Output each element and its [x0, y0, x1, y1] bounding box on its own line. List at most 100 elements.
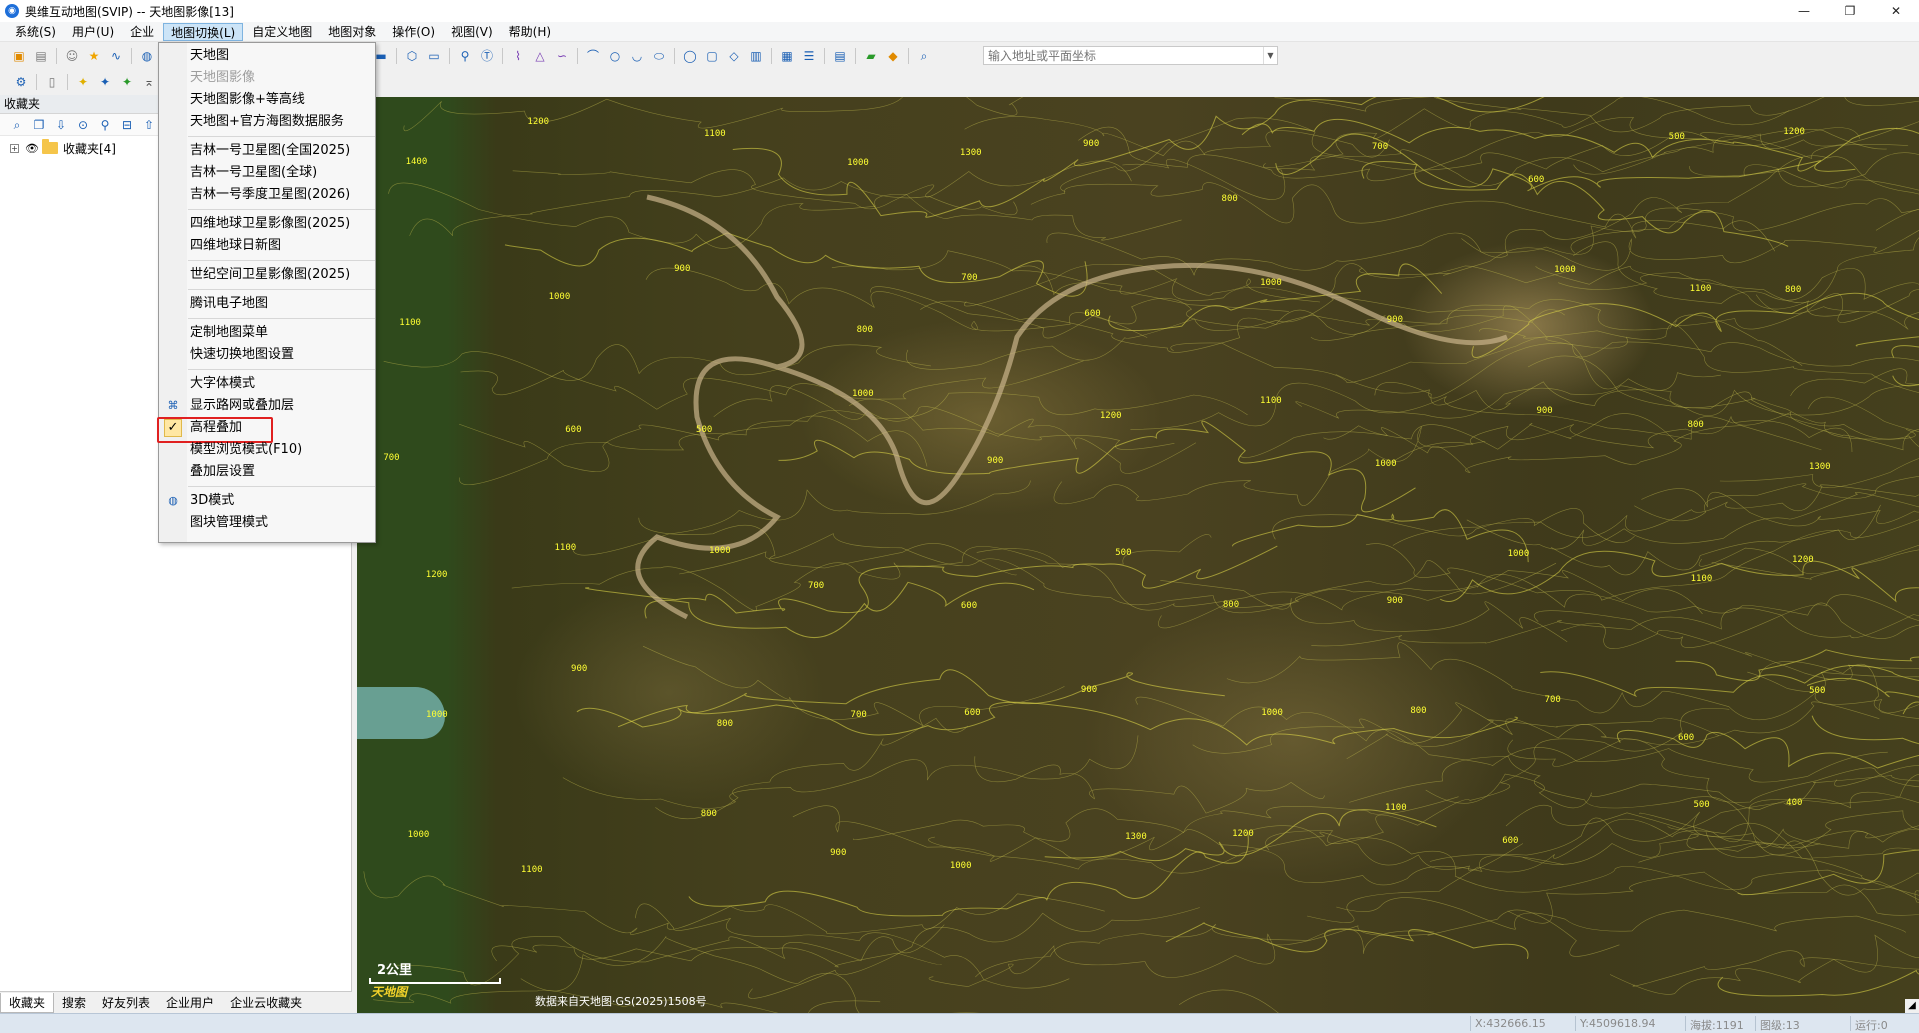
menu-item-tianditu-nautical[interactable]: 天地图+官方海图数据服务 — [159, 111, 375, 133]
menu-custom-map[interactable]: 自定义地图 — [245, 23, 319, 41]
close-button[interactable]: ✕ — [1873, 0, 1919, 22]
menu-item-tianditu-imagery-contours[interactable]: 天地图影像+等高线 — [159, 89, 375, 111]
menu-item-jilin1-quarterly[interactable]: 吉林一号季度卫星图(2026) — [159, 184, 375, 206]
contour-line — [1392, 412, 1919, 463]
contour-line — [1875, 208, 1919, 231]
location-icon[interactable]: ⚲ — [97, 117, 113, 133]
contour-line — [1675, 649, 1919, 682]
layers-icon[interactable]: ▦ — [779, 48, 795, 64]
user-icon[interactable]: ☺ — [64, 48, 80, 64]
rect-area-icon[interactable]: ▢ — [704, 48, 720, 64]
copy-icon[interactable]: ❐ — [31, 117, 47, 133]
list-icon[interactable]: ☰ — [801, 48, 817, 64]
menu-enterprise[interactable]: 企业 — [123, 23, 161, 41]
favorite-star-icon[interactable]: ★ — [86, 48, 102, 64]
search-icon[interactable]: ⌕ — [916, 48, 932, 64]
menu-item-elevation-overlay[interactable]: ✓ 高程叠加 — [157, 417, 375, 443]
menu-item-overlay-settings[interactable]: 叠加层设置 — [159, 461, 375, 483]
contour-line — [363, 871, 1105, 935]
circle-area-icon[interactable]: ◯ — [682, 48, 698, 64]
menu-item-tile-management[interactable]: 图块管理模式 — [159, 512, 375, 534]
menu-item-show-roads[interactable]: ⌘ 显示路网或叠加层 — [159, 395, 375, 417]
3d-icon[interactable]: ◍ — [139, 48, 155, 64]
book-icon[interactable]: ▥ — [748, 48, 764, 64]
address-search-input[interactable] — [984, 47, 1263, 64]
shape-icon[interactable]: ◇ — [726, 48, 742, 64]
track-icon[interactable]: ∿ — [108, 48, 124, 64]
blue-pin-icon[interactable]: ✦ — [97, 74, 113, 90]
curve-icon[interactable]: ∽ — [554, 48, 570, 64]
menu-item-tencent-map[interactable]: 腾讯电子地图 — [159, 293, 375, 315]
window-title: 奥维互动地图(SVIP) -- 天地图影像[13] — [25, 4, 234, 19]
yellow-pin-icon[interactable]: ✦ — [75, 74, 91, 90]
contour-elevation-label: 800 — [716, 719, 734, 730]
menu-item-siwei-imagery[interactable]: 四维地球卫星影像图(2025) — [159, 213, 375, 235]
import-icon[interactable]: ⇩ — [53, 117, 69, 133]
open-folder-icon[interactable]: ▣ — [11, 48, 27, 64]
menu-item-label: 天地图 — [190, 48, 230, 63]
line-icon[interactable]: ⌒ — [585, 48, 601, 64]
menu-help[interactable]: 帮助(H) — [502, 23, 558, 41]
contour-line — [1902, 701, 1919, 715]
diamond-icon[interactable]: ◆ — [885, 48, 901, 64]
menu-view[interactable]: 视图(V) — [444, 23, 500, 41]
contour-elevation-label: 1100 — [520, 864, 543, 875]
arc-icon[interactable]: ◡ — [629, 48, 645, 64]
menu-item-3d-mode[interactable]: ◍ 3D模式 — [159, 490, 375, 512]
polyline-icon[interactable]: ⌇ — [510, 48, 526, 64]
document-icon[interactable]: ▯ — [44, 74, 60, 90]
road-icon[interactable]: ⌅ — [141, 74, 157, 90]
gear-icon[interactable]: ⚙ — [13, 74, 29, 90]
menu-item-siwei-daily[interactable]: 四维地球日新图 — [159, 235, 375, 257]
resize-grip-icon[interactable]: ◢ — [1905, 999, 1919, 1013]
camera-icon[interactable]: ▭ — [426, 48, 442, 64]
contour-elevation-label: 900 — [1536, 405, 1553, 416]
menu-item-model-browse[interactable]: 模型浏览模式(F10) — [159, 439, 375, 461]
tab-enterprise-users[interactable]: 企业用户 — [158, 993, 222, 1013]
circle-icon[interactable]: ○ — [607, 48, 623, 64]
toolbar-separator — [56, 48, 57, 64]
chevron-down-icon[interactable]: ▼ — [1263, 47, 1277, 64]
menu-item-tianditu[interactable]: 天地图 — [159, 45, 375, 67]
tab-search[interactable]: 搜索 — [54, 993, 94, 1013]
comment-icon[interactable]: ▰ — [863, 48, 879, 64]
menu-item-jilin1-global[interactable]: 吉林一号卫星图(全球) — [159, 162, 375, 184]
contour-elevation-label: 1000 — [1260, 278, 1282, 289]
tab-friends[interactable]: 好友列表 — [94, 993, 158, 1013]
minimize-button[interactable]: — — [1781, 0, 1827, 22]
menu-map-objects[interactable]: 地图对象 — [321, 23, 383, 41]
eye-icon[interactable]: 👁 — [25, 142, 39, 155]
tab-favorites[interactable]: 收藏夹 — [0, 992, 55, 1013]
menu-item-jilin1-national[interactable]: 吉林一号卫星图(全国2025) — [159, 140, 375, 162]
filter-icon[interactable]: ⊟ — [119, 117, 135, 133]
polygon-icon[interactable]: △ — [532, 48, 548, 64]
maximize-button[interactable]: ❐ — [1827, 0, 1873, 22]
menu-item-quick-switch-settings[interactable]: 快速切换地图设置 — [159, 344, 375, 366]
contour-line — [853, 819, 1564, 886]
cube-icon[interactable]: ⬡ — [404, 48, 420, 64]
search-icon[interactable]: ⌕ — [9, 117, 25, 133]
menu-operation[interactable]: 操作(O) — [385, 23, 442, 41]
tab-enterprise-cloud-favorites[interactable]: 企业云收藏夹 — [222, 993, 310, 1013]
menu-system[interactable]: 系统(S) — [8, 23, 63, 41]
map-view[interactable]: 1400 1200 1100 1000 1300 900 800 700 600 500 1200 1… — [357, 97, 1919, 1013]
menu-map-switch[interactable]: 地图切换(L) — [163, 22, 244, 41]
table-icon[interactable]: ▤ — [832, 48, 848, 64]
target-icon[interactable]: ⊙ — [75, 117, 91, 133]
address-search-box[interactable]: ▼ — [983, 46, 1278, 65]
save-icon[interactable]: ▤ — [33, 48, 49, 64]
menu-item-large-font[interactable]: 大字体模式 — [159, 373, 375, 395]
green-pin-icon[interactable]: ✦ — [119, 74, 135, 90]
tree-expand-icon[interactable]: + — [10, 143, 19, 153]
pin-icon[interactable]: ⚲ — [457, 48, 473, 64]
menu-user[interactable]: 用户(U) — [65, 23, 121, 41]
menu-item-custom-map-menu[interactable]: 定制地图菜单 — [159, 322, 375, 344]
export-icon[interactable]: ⇧ — [141, 117, 157, 133]
contour-elevation-label: 900 — [987, 455, 1004, 466]
text-label-icon[interactable]: Ⓣ — [479, 48, 495, 64]
menu-item-century-space[interactable]: 世纪空间卫星影像图(2025) — [159, 264, 375, 286]
menu-item-label: 模型浏览模式(F10) — [190, 442, 303, 457]
contour-elevation-label: 900 — [1080, 685, 1098, 696]
contour-line — [1616, 729, 1919, 769]
ellipse-icon[interactable]: ⬭ — [651, 48, 667, 64]
